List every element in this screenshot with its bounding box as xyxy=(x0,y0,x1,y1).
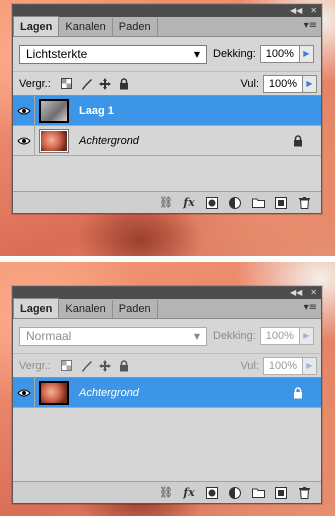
blend-row: Lichtsterkte ▼ Dekking: 100% ▶ xyxy=(13,41,321,67)
layers-list: Achtergrond xyxy=(13,377,321,408)
layer-thumbnail[interactable] xyxy=(39,380,69,405)
tab-paden[interactable]: Paden xyxy=(113,300,158,318)
folder-icon[interactable] xyxy=(251,486,265,500)
layer-thumbnail[interactable] xyxy=(39,98,69,123)
layer-row-achtergrond[interactable]: Achtergrond xyxy=(13,377,321,408)
eye-icon[interactable] xyxy=(13,125,35,156)
lock-icon xyxy=(293,386,305,399)
opacity-field[interactable]: 100% xyxy=(259,45,300,63)
layers-panel-bottom: ◀◀ ✕ Lagen Kanalen Paden ▾≡ Normaal ▼ De… xyxy=(12,286,322,504)
link-icon[interactable]: ⛓ xyxy=(159,196,173,210)
folder-icon[interactable] xyxy=(251,196,265,210)
adjustment-icon[interactable] xyxy=(228,486,242,500)
opacity-field[interactable]: 100% xyxy=(259,327,300,345)
panel-tabs: Lagen Kanalen Paden ▾≡ xyxy=(13,16,321,37)
lock-row: Vergr.: Vul: 100% ▶ xyxy=(13,71,321,95)
layers-list: Laag 1 Achtergrond xyxy=(13,95,321,156)
tab-paden[interactable]: Paden xyxy=(113,18,158,36)
eye-icon[interactable] xyxy=(13,95,35,126)
chevron-down-icon: ▼ xyxy=(193,49,200,59)
mask-icon[interactable] xyxy=(205,196,219,210)
image-divider xyxy=(0,256,335,262)
lock-icon xyxy=(293,134,305,147)
layer-row-achtergrond[interactable]: Achtergrond xyxy=(13,125,321,156)
eye-icon[interactable] xyxy=(13,377,35,408)
chevron-down-icon: ▼ xyxy=(193,331,200,341)
close-icon[interactable]: ✕ xyxy=(310,287,317,299)
layer-thumbnail[interactable] xyxy=(39,128,69,153)
blend-mode-value: Lichtsterkte xyxy=(26,47,88,61)
blend-mode-value: Normaal xyxy=(26,329,72,343)
tab-lagen[interactable]: Lagen xyxy=(13,298,60,318)
fill-slider-arrow-icon[interactable]: ▶ xyxy=(303,356,317,375)
fill-label: Vul: xyxy=(240,359,259,372)
fill-field[interactable]: 100% xyxy=(263,356,303,375)
fill-field[interactable]: 100% xyxy=(263,74,303,93)
tab-lagen[interactable]: Lagen xyxy=(13,16,60,36)
layer-name[interactable]: Achtergrond xyxy=(79,387,139,399)
blend-mode-select[interactable]: Lichtsterkte ▼ xyxy=(19,44,207,64)
panel-tabs: Lagen Kanalen Paden ▾≡ xyxy=(13,298,321,319)
layer-name[interactable]: Laag 1 xyxy=(79,105,114,117)
trash-icon[interactable] xyxy=(297,486,311,500)
tab-kanalen[interactable]: Kanalen xyxy=(59,300,113,318)
fx-icon[interactable]: fx xyxy=(182,196,196,210)
new-layer-icon[interactable] xyxy=(274,486,288,500)
lock-all-icon[interactable] xyxy=(118,77,130,90)
fx-icon[interactable]: fx xyxy=(182,486,196,500)
opacity-label: Dekking: xyxy=(213,48,256,60)
new-layer-icon[interactable] xyxy=(274,196,288,210)
lock-pixels-brush-icon[interactable] xyxy=(80,360,92,372)
link-icon[interactable]: ⛓ xyxy=(159,486,173,500)
close-icon[interactable]: ✕ xyxy=(310,5,317,17)
collapse-icon[interactable]: ◀◀ xyxy=(290,5,302,17)
opacity-slider-arrow-icon[interactable]: ▶ xyxy=(299,45,314,63)
lock-transparency-icon[interactable] xyxy=(61,78,73,90)
mask-icon[interactable] xyxy=(205,486,219,500)
lock-all-icon[interactable] xyxy=(118,359,130,372)
lock-pixels-brush-icon[interactable] xyxy=(80,78,92,90)
lock-label: Vergr.: xyxy=(19,77,51,90)
layer-name[interactable]: Achtergrond xyxy=(79,135,139,147)
lock-position-move-icon[interactable] xyxy=(98,359,111,372)
layer-row-laag-1[interactable]: Laag 1 xyxy=(13,95,321,126)
lock-label: Vergr.: xyxy=(19,359,51,372)
lock-row: Vergr.: Vul: 100% ▶ xyxy=(13,353,321,377)
opacity-label: Dekking: xyxy=(213,330,256,342)
adjustment-icon[interactable] xyxy=(228,196,242,210)
panel-menu-icon[interactable]: ▾≡ xyxy=(304,302,317,313)
trash-icon[interactable] xyxy=(297,196,311,210)
panel-footer: ⛓ fx xyxy=(13,191,321,213)
layers-panel-top: ◀◀ ✕ Lagen Kanalen Paden ▾≡ Lichtsterkte… xyxy=(12,4,322,214)
opacity-slider-arrow-icon[interactable]: ▶ xyxy=(299,327,314,345)
blend-mode-select[interactable]: Normaal ▼ xyxy=(19,326,207,346)
fill-slider-arrow-icon[interactable]: ▶ xyxy=(303,74,317,93)
blend-row: Normaal ▼ Dekking: 100% ▶ xyxy=(13,323,321,349)
lock-position-move-icon[interactable] xyxy=(98,77,111,90)
panel-menu-icon[interactable]: ▾≡ xyxy=(304,20,317,31)
lock-transparency-icon[interactable] xyxy=(61,360,73,372)
fill-label: Vul: xyxy=(240,77,259,90)
panel-footer: ⛓ fx xyxy=(13,481,321,503)
tab-kanalen[interactable]: Kanalen xyxy=(59,18,113,36)
collapse-icon[interactable]: ◀◀ xyxy=(290,287,302,299)
